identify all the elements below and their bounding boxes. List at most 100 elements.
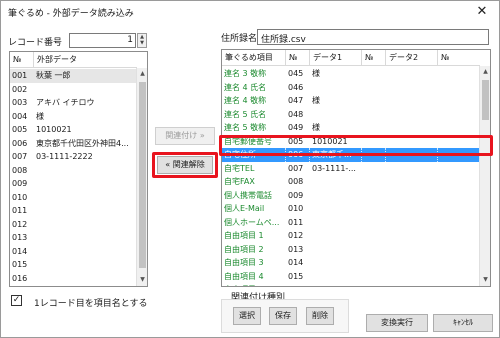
cell-fude-item: 自宅FAX: [224, 177, 255, 186]
cell-data2: [386, 229, 438, 243]
col-header-no-2[interactable]: №: [362, 50, 386, 66]
cell-no-2: [362, 175, 386, 189]
table-row[interactable]: 個人携帯電話 009: [222, 189, 479, 203]
cell-fude-item: 連名 4 氏名: [224, 82, 267, 92]
table-row[interactable]: 自由項目 2 013: [222, 243, 479, 257]
file-name-value: 住所録.csv: [261, 35, 306, 45]
cell-no-2: [362, 162, 386, 176]
table-row[interactable]: 自宅FAX 008: [222, 175, 479, 189]
link-button[interactable]: 関連付け »: [155, 127, 215, 145]
cell-no-3: [438, 202, 480, 216]
list-item[interactable]: 010: [10, 191, 136, 205]
list-item[interactable]: 012: [10, 218, 136, 232]
list-item[interactable]: 008: [10, 164, 136, 178]
list-item-data: 様: [36, 111, 44, 121]
left-scrollbar[interactable]: ▲ ▼: [136, 68, 147, 286]
table-row[interactable]: 連名 4 氏名 046: [222, 81, 479, 95]
table-row[interactable]: 自宅TEL 007 03-1111-...: [222, 162, 479, 176]
list-item[interactable]: 006 東京都千代田区外神田4...: [10, 137, 136, 151]
external-data-list[interactable]: № 外部データ ▲ ▼ 001 秋葉 一郎 002 003 アキバ イチロウ 004 様 00…: [9, 51, 148, 287]
list-item-no: 009: [12, 179, 28, 188]
cell-no-1: 009: [288, 190, 304, 200]
col-header-fude-item[interactable]: 筆ぐるめ項目: [222, 50, 286, 66]
cell-no-2: [362, 283, 386, 286]
delete-button[interactable]: 削除: [306, 307, 334, 325]
col-header-data2[interactable]: データ2: [386, 50, 438, 66]
table-row[interactable]: 自由項目 4 015: [222, 270, 479, 284]
table-row[interactable]: 連名 5 氏名 048: [222, 108, 479, 122]
cell-data1: 様: [312, 69, 320, 78]
list-item-data: 1010021: [36, 125, 72, 134]
list-item-data: [34, 204, 136, 218]
col-header-no-1[interactable]: №: [286, 50, 310, 66]
list-item-no: 002: [12, 84, 28, 94]
list-item[interactable]: 003 アキバ イチロウ: [10, 96, 136, 110]
save-button[interactable]: 保存: [269, 307, 297, 325]
close-icon[interactable]: ✕: [469, 3, 495, 21]
select-button[interactable]: 選択: [233, 307, 261, 325]
cancel-button[interactable]: ｷｬﾝｾﾙ: [433, 314, 493, 332]
cell-fude-item: 自由項目 1: [224, 231, 264, 240]
list-item[interactable]: 002: [10, 83, 136, 97]
table-row[interactable]: 自由項目 5016: [222, 283, 479, 286]
import-dialog: 筆ぐるめ - 外部データ読み込み ✕ レコード番号 1 ▲ ▼ № 外部データ …: [0, 0, 500, 338]
table-row[interactable]: 連名 4 敬称 047 様: [222, 94, 479, 108]
list-item[interactable]: 007 03-1111-2222: [10, 150, 136, 164]
list-item-data: [34, 191, 136, 205]
field-mapping-list[interactable]: 筆ぐるめ項目 № データ1 № データ2 № ▲ ▼ 連名 3 敬称 045 様連名…: [221, 49, 491, 287]
cell-data2: [386, 108, 438, 122]
cell-no-2: [362, 67, 386, 81]
record-number-label: レコード番号: [8, 38, 63, 48]
record-number-stepper[interactable]: ▲ ▼: [137, 33, 147, 48]
right-scrollbar[interactable]: ▲ ▼: [479, 66, 490, 286]
cell-no-3: [438, 256, 480, 270]
list-item[interactable]: 004 様: [10, 110, 136, 124]
unlink-button[interactable]: « 関連解除: [157, 156, 213, 174]
list-item[interactable]: 009: [10, 177, 136, 191]
col-header-no-3[interactable]: №: [438, 50, 480, 66]
table-row[interactable]: 連名 5 敬称 049 様: [222, 121, 479, 135]
list-item[interactable]: 014: [10, 245, 136, 259]
list-item[interactable]: 015: [10, 258, 136, 272]
cell-fude-item: 連名 3 敬称: [224, 69, 267, 78]
table-row[interactable]: 個人ホームペ... 011: [222, 216, 479, 230]
list-item-data: [34, 272, 136, 286]
first-record-checkbox[interactable]: ✓: [11, 295, 22, 306]
execute-button[interactable]: 変換実行: [366, 314, 428, 332]
record-number-input[interactable]: 1: [69, 33, 136, 48]
list-item[interactable]: 005 1010021: [10, 123, 136, 137]
list-item-data: [34, 218, 136, 232]
list-item[interactable]: 011: [10, 204, 136, 218]
col-header-external-data[interactable]: 外部データ: [34, 52, 137, 68]
cell-fude-item: 自由項目 3: [224, 258, 264, 267]
scroll-up-icon[interactable]: ▲: [137, 68, 147, 80]
file-name-field[interactable]: 住所録.csv: [257, 29, 489, 45]
table-row[interactable]: 連名 3 敬称 045 様: [222, 67, 479, 81]
col-header-no[interactable]: №: [10, 52, 34, 68]
list-item[interactable]: 013: [10, 231, 136, 245]
scroll-down-icon[interactable]: ▼: [480, 274, 490, 286]
list-item[interactable]: 017: [10, 285, 136, 286]
cell-fude-item: 個人E-Mail: [224, 204, 265, 213]
scroll-up-icon[interactable]: ▲: [480, 66, 490, 78]
cell-no-3: [438, 162, 480, 176]
right-scroll-thumb[interactable]: [482, 80, 489, 120]
cell-data2: [386, 283, 438, 286]
table-row[interactable]: 自由項目 3 014: [222, 256, 479, 270]
table-row[interactable]: 個人E-Mail 010: [222, 202, 479, 216]
left-scroll-thumb[interactable]: [139, 82, 146, 268]
cell-fude-item: 個人携帯電話: [224, 190, 272, 200]
list-item-no: 017: [10, 285, 34, 286]
scroll-down-icon[interactable]: ▼: [137, 274, 147, 286]
list-item[interactable]: 001 秋葉 一郎: [10, 69, 136, 83]
cell-data1: [310, 108, 362, 122]
table-row[interactable]: 自由項目 1 012: [222, 229, 479, 243]
cell-data1: [310, 256, 362, 270]
cell-no-2: [362, 229, 386, 243]
col-header-data1[interactable]: データ1: [310, 50, 362, 66]
stepper-down-icon[interactable]: ▼: [138, 40, 146, 46]
cell-data2: [386, 256, 438, 270]
list-item[interactable]: 016: [10, 272, 136, 286]
cell-data1: 03-1111-...: [312, 163, 356, 173]
cell-fude-item: 自宅TEL: [224, 163, 255, 173]
